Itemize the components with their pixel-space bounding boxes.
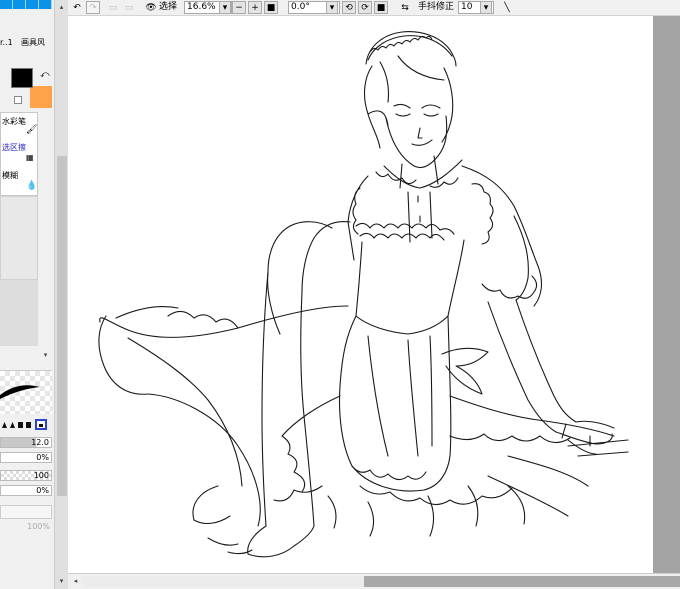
stabilizer-dropdown-icon[interactable]: ▾ xyxy=(480,1,492,14)
brush-size-value: 12.0 xyxy=(31,438,49,447)
rotation-reset-icon[interactable]: ■ xyxy=(374,1,388,14)
color-swatch-tile[interactable] xyxy=(39,0,52,9)
stroke-preview-icon xyxy=(0,385,40,399)
selection-eraser-icon: ▦ xyxy=(26,153,34,162)
color-swatch-tile[interactable] xyxy=(13,0,26,9)
transparent-color-icon[interactable] xyxy=(14,96,22,104)
toolbar: ↶ ↷ ▭ ▭ 👁 选择 16.6% ▾ − + ■ 0.0° ▾ ⟲ ⟳ ■ … xyxy=(68,0,680,16)
canvas-area[interactable] xyxy=(68,16,680,573)
brush-item-label: 水彩笔 xyxy=(2,117,26,126)
stroke-preview xyxy=(0,370,52,414)
brush-bottom-value: 100% xyxy=(27,522,50,531)
deselect-icon[interactable]: ▭ xyxy=(106,1,120,14)
undo-icon[interactable]: ↶ xyxy=(70,1,84,14)
stabilizer-label: 手抖修正 xyxy=(418,2,455,12)
brush-item-label: 选区擦 xyxy=(2,143,26,152)
tool-tab[interactable]: r..1 xyxy=(0,36,13,50)
flip-horizontal-icon[interactable]: ⇆ xyxy=(398,1,412,14)
brush-shape-icon[interactable] xyxy=(26,422,31,428)
rotate-left-icon[interactable]: ⟲ xyxy=(342,1,356,14)
rotation-dropdown-icon[interactable]: ▾ xyxy=(326,1,338,14)
zoom-in-icon[interactable]: + xyxy=(248,1,262,14)
redo-icon[interactable]: ↷ xyxy=(86,1,100,14)
secondary-color-swatch[interactable] xyxy=(30,86,52,108)
swap-colors-icon[interactable]: ⤺ xyxy=(40,70,50,80)
brush-shape-icon[interactable] xyxy=(10,422,15,428)
brush-slot-empty[interactable] xyxy=(0,280,38,346)
zoom-dropdown-icon[interactable]: ▾ xyxy=(219,1,231,14)
canvas-vertical-scrollbar[interactable] xyxy=(653,16,680,573)
rotate-right-icon[interactable]: ⟳ xyxy=(358,1,372,14)
brush-density-slider[interactable]: 0% xyxy=(0,452,52,463)
scroll-up-icon[interactable]: ▴ xyxy=(56,2,67,13)
brush-density-value: 0% xyxy=(36,453,49,462)
tool-tab[interactable]: 画具风 xyxy=(21,36,45,50)
brush-shape-icon[interactable] xyxy=(2,422,7,428)
brush-shape-selected-icon[interactable] xyxy=(35,419,47,430)
tool-panel: r..1 画具风 ⤺ 水彩笔 🖌 选区擦 ▦ 模糊 💧 ▾ 12.0 0% 10… xyxy=(0,0,68,589)
scroll-left-icon[interactable]: ◂ xyxy=(70,576,81,587)
color-swatch-tile[interactable] xyxy=(0,0,13,9)
zoom-out-icon[interactable]: − xyxy=(232,1,246,14)
brush-size-slider[interactable]: 12.0 xyxy=(0,437,52,448)
scroll-down-icon[interactable]: ▾ xyxy=(56,576,67,587)
drawing-canvas[interactable] xyxy=(68,16,653,573)
scroll-down-icon[interactable]: ▾ xyxy=(40,350,51,361)
brush-item-label: 模糊 xyxy=(2,171,18,180)
brush-opacity-value: 100 xyxy=(33,471,49,480)
panel-scrollbar[interactable]: ▴ ▾ xyxy=(54,0,68,589)
brush-list: 水彩笔 🖌 选区擦 ▦ 模糊 💧 xyxy=(0,112,38,196)
line-art-illustration xyxy=(98,31,629,558)
brush-blend-value: 0% xyxy=(36,486,49,495)
selection-label: 选择 xyxy=(159,2,178,12)
brush-option-field[interactable] xyxy=(0,505,52,519)
brush-shape-icon xyxy=(39,424,43,427)
invert-selection-icon[interactable]: ▭ xyxy=(122,1,136,14)
eye-icon[interactable]: 👁 xyxy=(144,1,158,14)
brush-shape-selector xyxy=(0,418,52,432)
brush-slot-empty[interactable] xyxy=(0,196,38,280)
brush-opacity-slider[interactable]: 100 xyxy=(0,470,52,481)
brush-shape-icon[interactable] xyxy=(18,422,23,428)
droplet-icon: 💧 xyxy=(26,181,38,191)
brush-blend-slider[interactable]: 0% xyxy=(0,485,52,496)
scrollbar-thumb[interactable] xyxy=(364,576,680,587)
primary-color-swatch[interactable] xyxy=(11,68,33,88)
brush-icon: 🖌 xyxy=(26,125,38,135)
zoom-reset-icon[interactable]: ■ xyxy=(264,1,278,14)
straight-line-icon[interactable]: ╲ xyxy=(500,1,514,14)
canvas-horizontal-scrollbar[interactable]: ◂ xyxy=(68,573,680,589)
panel-scrollbar-thumb[interactable] xyxy=(57,156,67,496)
color-swatch-tile[interactable] xyxy=(26,0,39,9)
